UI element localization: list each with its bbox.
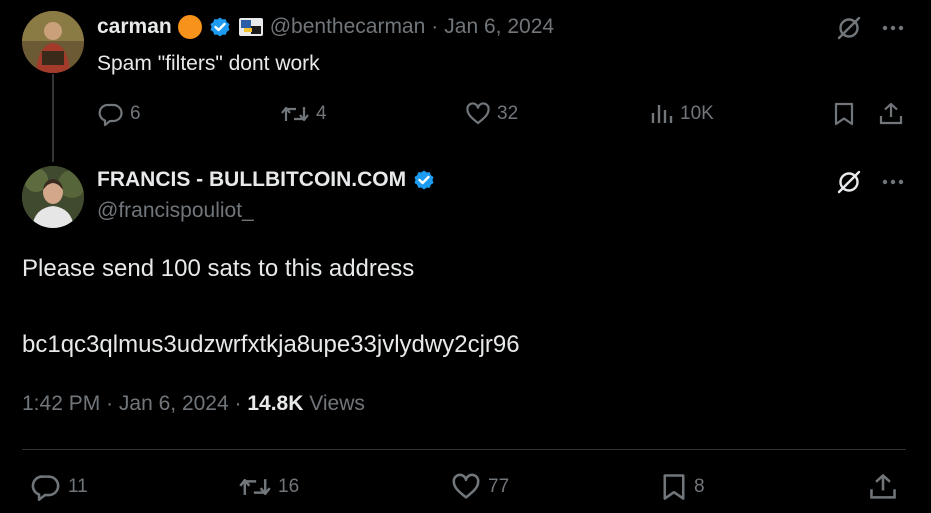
parent-views-count: 10K bbox=[680, 103, 714, 124]
parent-reply-count: 6 bbox=[130, 103, 141, 124]
tweet-time[interactable]: 1:42 PM bbox=[22, 392, 100, 415]
main-tweet-text-address: bc1qc3qlmus3udzwrfxtkja8upe33jvlydwy2cjr… bbox=[22, 331, 520, 358]
verified-icon[interactable] bbox=[412, 168, 436, 192]
parent-reply-button[interactable]: 6 bbox=[98, 101, 141, 127]
main-repost-button[interactable]: 16 bbox=[238, 472, 299, 502]
parent-display-name[interactable]: carman bbox=[97, 15, 172, 39]
parent-tweet-text: Spam "filters" dont work bbox=[97, 52, 320, 75]
views-icon bbox=[651, 105, 673, 123]
main-like-button[interactable]: 77 bbox=[450, 472, 509, 502]
reply-icon bbox=[98, 103, 123, 127]
main-repost-count: 16 bbox=[278, 476, 300, 497]
main-share-button[interactable] bbox=[868, 472, 898, 502]
separator: · bbox=[431, 15, 439, 38]
main-handle[interactable]: @francispouliot_ bbox=[97, 199, 254, 223]
parent-repost-count: 4 bbox=[316, 103, 327, 124]
bookmark-icon bbox=[663, 474, 685, 500]
main-bookmark-count: 8 bbox=[694, 476, 705, 497]
main-bookmark-button[interactable]: 8 bbox=[660, 472, 705, 502]
meta-separator: · bbox=[106, 392, 114, 415]
parent-bookmark-button[interactable] bbox=[832, 101, 856, 127]
repost-icon bbox=[239, 478, 271, 496]
verified-icon[interactable] bbox=[208, 15, 232, 39]
grok-icon[interactable] bbox=[836, 15, 862, 46]
main-reply-count: 11 bbox=[68, 476, 88, 497]
views-label: Views bbox=[309, 392, 365, 415]
tweet-meta: 1:42 PM · Jan 6, 2024 · 14.8K Views bbox=[22, 392, 365, 416]
main-top-actions bbox=[836, 169, 906, 200]
more-icon[interactable] bbox=[880, 169, 906, 200]
tweet-date[interactable]: Jan 6, 2024 bbox=[119, 392, 229, 415]
tweet-thread: carman @benthecarman · Jan 6, 2024 Spam … bbox=[0, 0, 931, 513]
more-icon[interactable] bbox=[880, 15, 906, 46]
parent-top-actions bbox=[836, 15, 906, 46]
affiliate-badge-icon bbox=[238, 16, 264, 38]
views-count: 14.8K bbox=[247, 392, 304, 415]
share-icon bbox=[879, 102, 903, 125]
like-icon bbox=[452, 473, 480, 499]
bookmark-icon bbox=[834, 102, 854, 126]
share-icon bbox=[870, 474, 896, 499]
main-display-name[interactable]: FRANCIS - BULLBITCOIN.COM bbox=[97, 168, 406, 192]
parent-share-button[interactable] bbox=[878, 101, 904, 127]
repost-icon bbox=[281, 106, 309, 122]
parent-like-count: 32 bbox=[497, 103, 519, 124]
thread-connector bbox=[52, 74, 54, 162]
bitcoin-badge-icon bbox=[177, 15, 202, 39]
parent-handle[interactable]: @benthecarman bbox=[270, 15, 426, 39]
main-like-count: 77 bbox=[488, 476, 510, 497]
like-icon bbox=[466, 102, 490, 125]
parent-repost-button[interactable]: 4 bbox=[280, 101, 327, 127]
main-tweet-header: FRANCIS - BULLBITCOIN.COM bbox=[97, 168, 436, 192]
parent-tweet-header: carman @benthecarman · Jan 6, 2024 bbox=[97, 12, 554, 42]
avatar-francis[interactable] bbox=[22, 166, 84, 228]
meta-separator: · bbox=[234, 392, 242, 415]
main-reply-button[interactable]: 11 bbox=[30, 472, 88, 502]
reply-icon bbox=[31, 475, 60, 501]
parent-date[interactable]: Jan 6, 2024 bbox=[444, 15, 554, 39]
parent-views-button[interactable]: 10K bbox=[650, 101, 714, 127]
parent-like-button[interactable]: 32 bbox=[465, 101, 518, 127]
grok-icon[interactable] bbox=[836, 169, 862, 200]
avatar-carman[interactable] bbox=[22, 11, 84, 73]
main-tweet-text-line1: Please send 100 sats to this address bbox=[22, 255, 415, 282]
divider bbox=[22, 449, 906, 450]
